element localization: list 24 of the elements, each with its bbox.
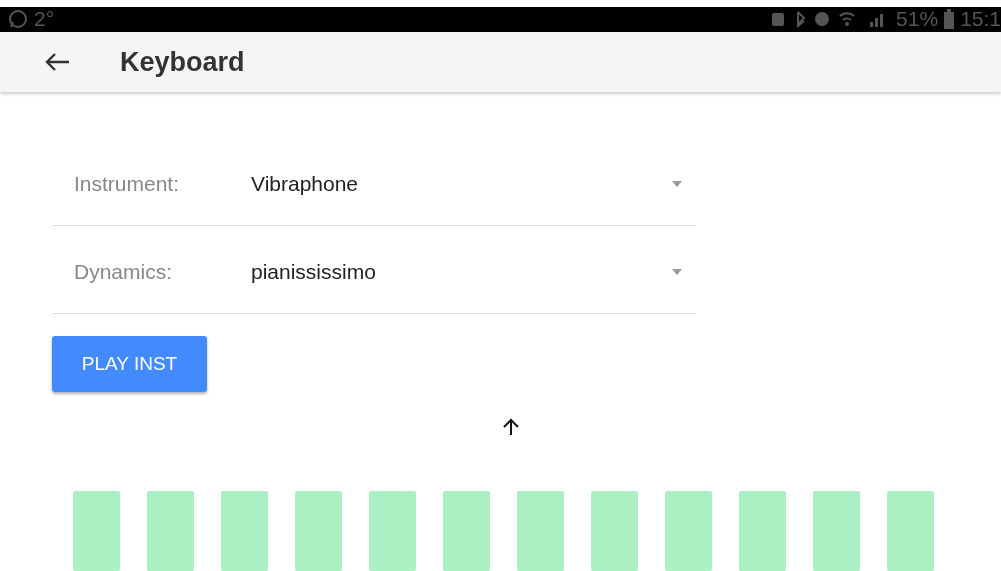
caret-icon (672, 180, 682, 187)
piano-key[interactable] (147, 491, 194, 571)
piano-key[interactable] (517, 491, 564, 571)
up-arrow-icon[interactable] (503, 418, 519, 436)
piano-key[interactable] (665, 491, 712, 571)
app-title: Keyboard (120, 46, 245, 78)
piano-key[interactable] (813, 491, 860, 571)
chat-icon (8, 9, 28, 30)
back-arrow-icon[interactable] (44, 52, 70, 72)
piano-key[interactable] (887, 491, 934, 571)
clock: 15:1 (960, 7, 1001, 32)
dropdown-field[interactable]: Instrument: Vibraphone (52, 138, 696, 226)
piano-key[interactable] (221, 491, 268, 571)
piano-key[interactable] (295, 491, 342, 571)
piano-key[interactable] (369, 491, 416, 571)
piano-key[interactable] (73, 491, 120, 571)
caret-icon (672, 268, 682, 275)
battery-icon (944, 9, 955, 30)
battery-level: 51% (896, 7, 939, 32)
piano-key[interactable] (739, 491, 786, 571)
temperature: 2° (34, 7, 55, 32)
dropdown-field[interactable]: Dynamics: pianississimo (52, 226, 696, 314)
piano-key[interactable] (443, 491, 490, 571)
piano-key[interactable] (591, 491, 638, 571)
